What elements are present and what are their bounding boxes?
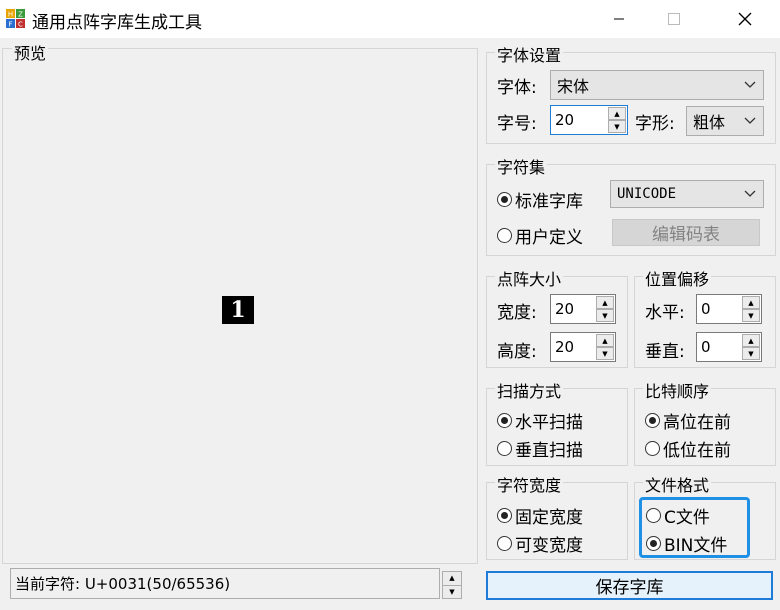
width-label: 宽度: — [497, 303, 537, 323]
radio-checked-icon — [646, 536, 661, 551]
fixed-width-radio[interactable]: 固定宽度 — [497, 503, 583, 528]
spin-down-icon[interactable]: ▼ — [742, 347, 760, 360]
chevron-down-icon — [744, 190, 756, 197]
encoding-combo[interactable]: UNICODE — [610, 180, 764, 208]
spin-up-icon[interactable]: ▲ — [596, 334, 614, 347]
custom-charset-radio[interactable]: 用户定义 — [497, 223, 583, 248]
font-style-value: 粗体 — [693, 113, 726, 132]
spin-up-icon[interactable]: ▲ — [742, 296, 760, 309]
h-offset-stepper[interactable]: 0 ▲ ▼ — [696, 294, 762, 324]
lsb-first-radio[interactable]: 低位在前 — [645, 436, 731, 461]
spin-down-icon[interactable]: ▼ — [596, 347, 614, 360]
h-offset-value: 0 — [701, 300, 711, 318]
radio-checked-icon — [497, 508, 512, 523]
radio-unchecked-icon — [497, 441, 512, 456]
close-icon — [738, 12, 752, 26]
status-field: 当前字符: U+0031(50/65536) — [10, 568, 440, 599]
h-offset-label: 水平: — [645, 303, 685, 323]
v-offset-label: 垂直: — [645, 342, 685, 362]
width-stepper[interactable]: 20 ▲ ▼ — [550, 294, 616, 324]
fixed-width-label: 固定宽度 — [515, 508, 583, 528]
height-label: 高度: — [497, 342, 537, 362]
horizontal-scan-label: 水平扫描 — [515, 413, 583, 433]
svg-text:H: H — [8, 11, 13, 19]
font-combo[interactable]: 宋体 — [550, 70, 764, 100]
save-button[interactable]: 保存字库 — [486, 571, 773, 600]
chevron-down-icon — [744, 117, 756, 124]
radio-unchecked-icon — [646, 508, 661, 523]
font-label: 字体: — [497, 78, 537, 98]
standard-charset-radio[interactable]: 标准字库 — [497, 187, 583, 212]
variable-width-label: 可变宽度 — [515, 536, 583, 556]
app-icon: H Z F C — [6, 9, 25, 29]
charset-legend: 字符集 — [495, 154, 548, 178]
vertical-scan-label: 垂直扫描 — [515, 441, 583, 461]
minimize-button[interactable] — [596, 0, 642, 38]
spin-up-icon[interactable]: ▲ — [742, 334, 760, 347]
msb-first-label: 高位在前 — [663, 413, 731, 433]
v-offset-stepper[interactable]: 0 ▲ ▼ — [696, 332, 762, 362]
font-value: 宋体 — [557, 77, 590, 96]
radio-unchecked-icon — [645, 441, 660, 456]
chevron-down-icon — [744, 81, 756, 88]
close-button[interactable] — [722, 0, 768, 38]
glyph-preview: 1 — [222, 296, 254, 324]
svg-text:Z: Z — [18, 11, 23, 19]
svg-text:C: C — [18, 21, 23, 29]
status-spin[interactable]: ▲ ▼ — [442, 571, 462, 599]
msb-first-radio[interactable]: 高位在前 — [645, 408, 731, 433]
spin-up-icon[interactable]: ▲ — [596, 296, 614, 309]
font-size-value: 20 — [555, 111, 575, 129]
preview-legend: 预览 — [12, 40, 49, 64]
radio-checked-icon — [645, 413, 660, 428]
c-file-label: C文件 — [664, 508, 710, 528]
c-file-radio[interactable]: C文件 — [646, 503, 710, 528]
window-title: 通用点阵字库生成工具 — [32, 13, 202, 33]
horizontal-scan-radio[interactable]: 水平扫描 — [497, 408, 583, 433]
svg-text:F: F — [8, 21, 12, 29]
vertical-scan-radio[interactable]: 垂直扫描 — [497, 436, 583, 461]
variable-width-radio[interactable]: 可变宽度 — [497, 531, 583, 556]
spin-down-icon[interactable]: ▼ — [742, 309, 760, 322]
matrix-size-legend: 点阵大小 — [495, 266, 564, 290]
font-settings-legend: 字体设置 — [495, 42, 564, 66]
spin-up-icon[interactable]: ▲ — [608, 107, 626, 120]
bit-order-legend: 比特顺序 — [643, 378, 712, 402]
width-value: 20 — [555, 300, 575, 318]
radio-checked-icon — [497, 413, 512, 428]
radio-unchecked-icon — [497, 536, 512, 551]
lsb-first-label: 低位在前 — [663, 441, 731, 461]
file-format-legend: 文件格式 — [643, 472, 712, 496]
size-label: 字号: — [497, 114, 537, 134]
spin-down-icon[interactable]: ▼ — [608, 120, 626, 133]
height-stepper[interactable]: 20 ▲ ▼ — [550, 332, 616, 362]
font-size-stepper[interactable]: 20 ▲ ▼ — [550, 105, 628, 135]
status-text: 当前字符: U+0031(50/65536) — [15, 575, 231, 593]
title-bar: H Z F C 通用点阵字库生成工具 — [0, 0, 780, 38]
spin-up-icon[interactable]: ▲ — [443, 572, 461, 585]
v-offset-value: 0 — [701, 338, 711, 356]
style-label: 字形: — [635, 114, 675, 134]
radio-unchecked-icon — [497, 228, 512, 243]
maximize-button[interactable] — [651, 0, 697, 38]
height-value: 20 — [555, 338, 575, 356]
encoding-value: UNICODE — [617, 186, 677, 202]
spin-down-icon[interactable]: ▼ — [596, 309, 614, 322]
scan-mode-legend: 扫描方式 — [495, 378, 564, 402]
radio-checked-icon — [497, 192, 512, 207]
bin-file-label: BIN文件 — [664, 536, 728, 556]
font-style-combo[interactable]: 粗体 — [686, 106, 764, 136]
custom-charset-label: 用户定义 — [515, 228, 583, 248]
bin-file-radio[interactable]: BIN文件 — [646, 531, 727, 556]
maximize-icon — [668, 13, 680, 25]
standard-charset-label: 标准字库 — [515, 192, 583, 212]
offset-legend: 位置偏移 — [643, 266, 712, 290]
char-width-legend: 字符宽度 — [495, 472, 564, 496]
minimize-icon — [614, 18, 624, 20]
spin-down-icon[interactable]: ▼ — [443, 584, 461, 599]
edit-codetable-button[interactable]: 编辑码表 — [612, 219, 760, 246]
